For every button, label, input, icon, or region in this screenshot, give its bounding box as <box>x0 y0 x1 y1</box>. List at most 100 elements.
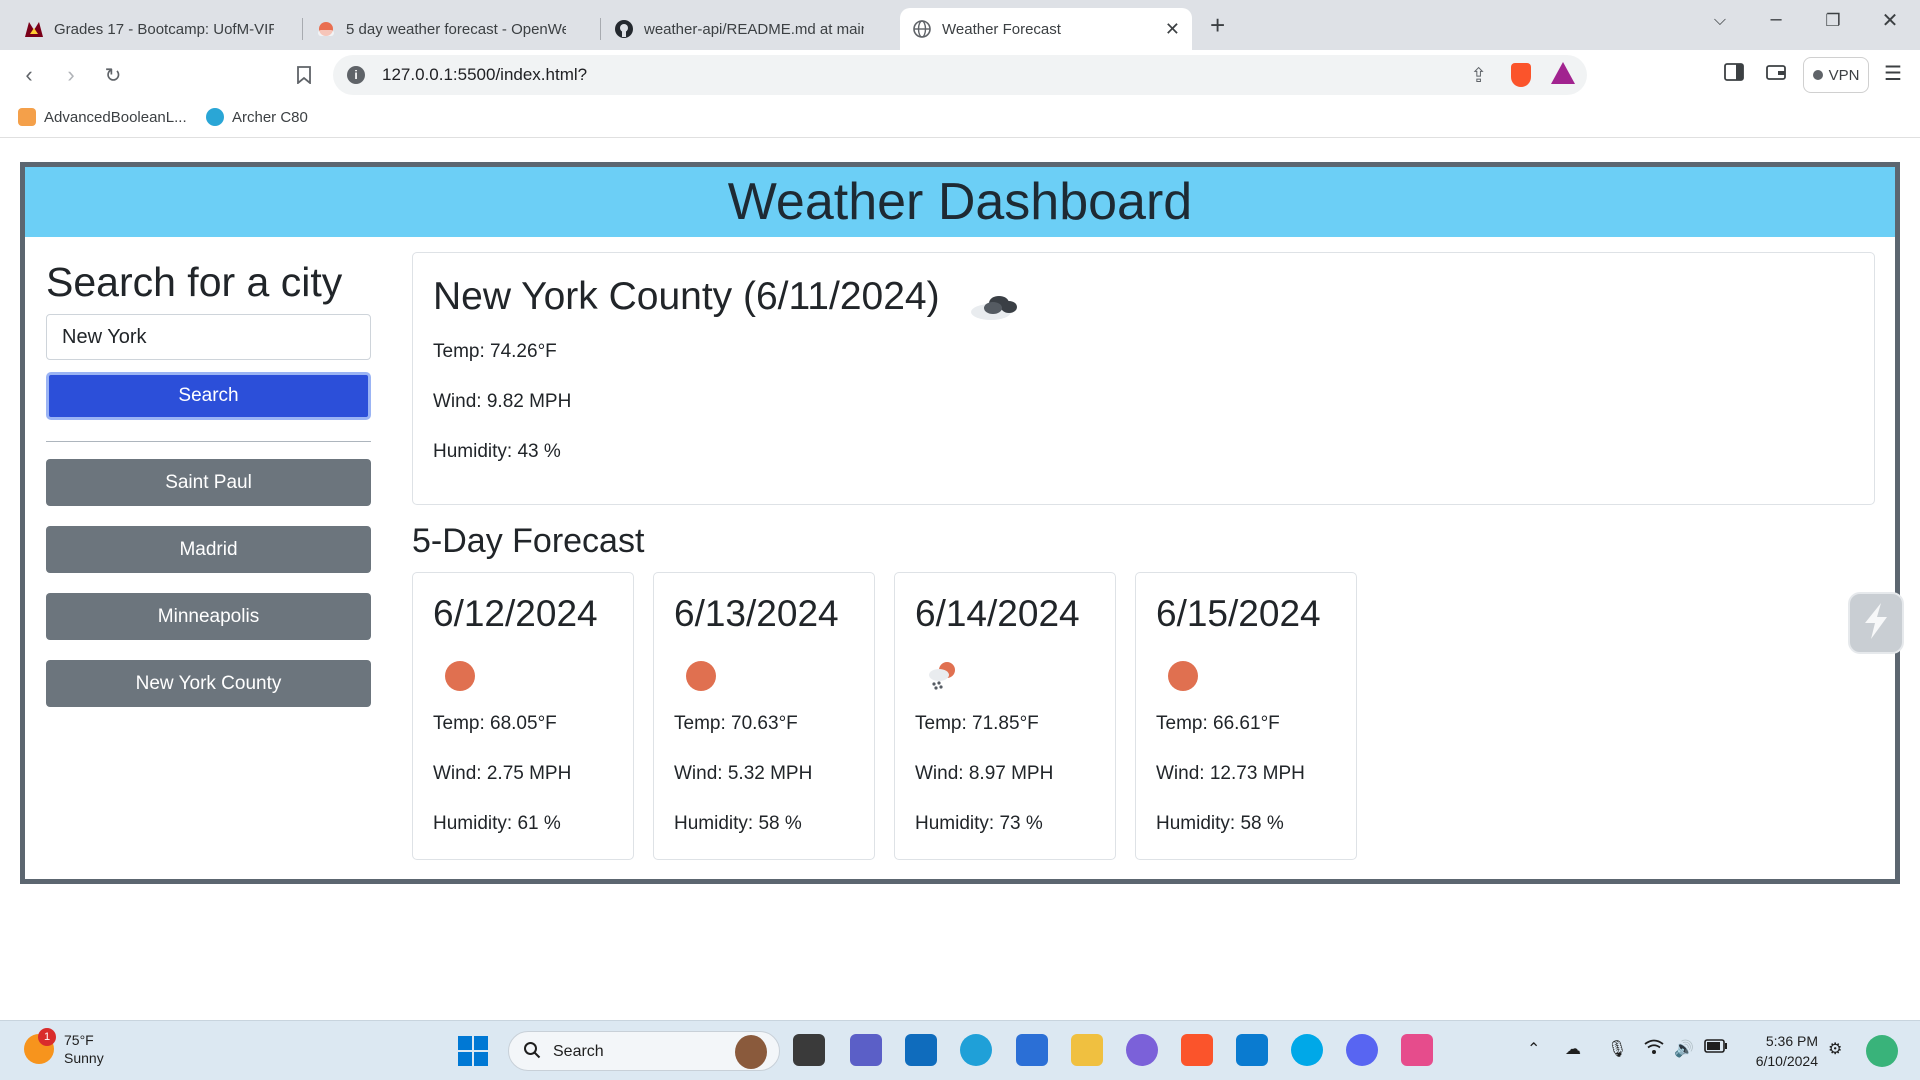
cloudy-icon <box>969 287 1019 321</box>
close-window-icon[interactable]: ✕ <box>1870 8 1910 33</box>
bookmark-icon[interactable] <box>289 60 319 90</box>
weather-app: Weather Dashboard Search for a city Sear… <box>20 162 1900 884</box>
history-button-madrid[interactable]: Madrid <box>46 526 371 573</box>
current-city-title: New York County (6/11/2024) <box>433 275 940 318</box>
history-button-saint-paul[interactable]: Saint Paul <box>46 459 371 506</box>
vpn-label: VPN <box>1828 66 1860 84</box>
forecast-humidity: Humidity: 73 % <box>915 813 1043 834</box>
search-button[interactable]: Search <box>46 372 371 420</box>
bookmark-item[interactable]: AdvancedBooleanL... <box>18 108 187 126</box>
menu-icon[interactable]: ☰ <box>1884 61 1902 86</box>
minimize-icon[interactable]: – <box>1756 8 1796 31</box>
copilot-preview-icon[interactable] <box>1866 1035 1898 1067</box>
widget-temperature: 75°F <box>64 1032 94 1048</box>
teams-icon[interactable] <box>850 1034 882 1066</box>
clock-time: 5:36 PM <box>1765 1033 1818 1049</box>
share-icon[interactable]: ⇪ <box>1470 63 1487 88</box>
tab-title: Grades 17 - Bootcamp: UofM-VIRT-F <box>54 20 274 38</box>
tab-title: weather-api/README.md at main · ly <box>644 20 864 38</box>
forecast-date: 6/12/2024 <box>433 593 598 634</box>
tab-weather-forecast[interactable]: Weather Forecast ✕ <box>900 8 1192 50</box>
search-icon <box>523 1041 541 1064</box>
forecast-title: 5-Day Forecast <box>412 522 645 560</box>
forward-icon[interactable]: › <box>56 60 86 90</box>
clock-date: 6/10/2024 <box>1755 1053 1818 1069</box>
tab-grades[interactable]: Grades 17 - Bootcamp: UofM-VIRT-F <box>12 8 302 50</box>
forecast-wind: Wind: 8.97 MPH <box>915 763 1054 784</box>
url-text: 127.0.0.1:5500/index.html? <box>382 65 588 84</box>
vpn-status-icon <box>1812 70 1823 80</box>
reload-icon[interactable]: ↻ <box>98 60 128 90</box>
vpn-button[interactable]: VPN <box>1803 57 1869 93</box>
copilot-icon[interactable] <box>1126 1034 1158 1066</box>
bookmark-item[interactable]: Archer C80 <box>206 108 308 126</box>
discord-icon[interactable] <box>1346 1034 1378 1066</box>
sun-icon: 1 <box>24 1028 56 1064</box>
browser-tab-bar: Grades 17 - Bootcamp: UofM-VIRT-F 5 day … <box>0 0 1920 50</box>
city-search-input[interactable] <box>46 314 371 360</box>
show-hidden-icons-icon[interactable]: ⌃ <box>1527 1039 1540 1059</box>
current-weather-card: New York County (6/11/2024) Temp: 74.26°… <box>412 252 1875 505</box>
close-icon[interactable]: ✕ <box>1165 19 1180 40</box>
file-explorer-icon[interactable] <box>1071 1034 1103 1066</box>
microphone-icon[interactable]: 🎙 <box>1607 1039 1627 1059</box>
brave-shields-icon[interactable] <box>1511 63 1531 87</box>
history-button-new-york-county[interactable]: New York County <box>46 660 371 707</box>
forecast-card: 6/14/2024 Temp: 71.85°F Wind: 8.97 MPH H… <box>894 572 1116 860</box>
taskbar-search[interactable]: Search <box>508 1031 780 1071</box>
sun-icon <box>443 659 477 693</box>
vscode-icon[interactable] <box>1236 1034 1268 1066</box>
wifi-icon[interactable] <box>1644 1039 1664 1060</box>
address-bar[interactable]: i 127.0.0.1:5500/index.html? ⇪ <box>333 55 1587 95</box>
search-heading: Search for a city <box>46 259 343 305</box>
divider <box>46 441 371 442</box>
onedrive-icon[interactable]: ☁ <box>1565 1039 1581 1059</box>
lightning-icon <box>1859 601 1893 646</box>
forecast-card: 6/12/2024 Temp: 68.05°F Wind: 2.75 MPH H… <box>412 572 634 860</box>
notifications-icon[interactable]: ⚙ <box>1828 1039 1842 1059</box>
volume-icon[interactable]: 🔊 <box>1674 1039 1694 1059</box>
skype-icon[interactable] <box>1291 1034 1323 1066</box>
forecast-date: 6/15/2024 <box>1156 593 1321 634</box>
app-header: Weather Dashboard <box>25 167 1895 237</box>
new-tab-icon[interactable]: + <box>1210 10 1225 41</box>
widget-condition: Sunny <box>64 1050 104 1066</box>
taskbar-clock[interactable]: 5:36 PM 6/10/2024 <box>1738 1031 1818 1071</box>
brave-rewards-icon[interactable] <box>1551 62 1575 84</box>
forecast-wind: Wind: 12.73 MPH <box>1156 763 1305 784</box>
notification-badge: 1 <box>38 1028 56 1046</box>
current-wind: Wind: 9.82 MPH <box>433 391 572 412</box>
app-icon[interactable] <box>1401 1034 1433 1066</box>
edge-icon[interactable] <box>960 1034 992 1066</box>
tab-separator <box>600 18 601 40</box>
university-icon <box>24 19 44 39</box>
forecast-wind: Wind: 5.32 MPH <box>674 763 813 784</box>
tab-title: Weather Forecast <box>942 20 1061 38</box>
site-info-icon[interactable]: i <box>347 66 365 84</box>
floating-extension-button[interactable] <box>1848 592 1904 654</box>
weather-widget[interactable]: 1 75°F Sunny <box>24 1028 104 1067</box>
wallet-icon[interactable] <box>1766 63 1786 86</box>
sidebar-toggle-icon[interactable] <box>1724 63 1744 86</box>
forecast-card: 6/13/2024 Temp: 70.63°F Wind: 5.32 MPH H… <box>653 572 875 860</box>
current-temp: Temp: 74.26°F <box>433 341 557 362</box>
tab-search-chevron-icon[interactable]: ⌵ <box>1700 12 1740 30</box>
windows-start-icon[interactable] <box>458 1036 488 1066</box>
tab-github[interactable]: weather-api/README.md at main · ly <box>602 8 898 50</box>
battery-icon[interactable] <box>1704 1039 1728 1058</box>
mail-icon[interactable] <box>905 1034 937 1066</box>
task-view-icon[interactable] <box>793 1034 825 1066</box>
tab-openweather[interactable]: 5 day weather forecast - OpenWeath <box>304 8 600 50</box>
forecast-card: 6/15/2024 Temp: 66.61°F Wind: 12.73 MPH … <box>1135 572 1357 860</box>
store-icon[interactable] <box>1016 1034 1048 1066</box>
brave-icon[interactable] <box>1181 1034 1213 1066</box>
github-icon <box>614 19 634 39</box>
forecast-humidity: Humidity: 61 % <box>433 813 561 834</box>
restore-icon[interactable]: ❐ <box>1813 11 1853 31</box>
forecast-temp: Temp: 68.05°F <box>433 713 557 734</box>
forecast-humidity: Humidity: 58 % <box>674 813 802 834</box>
history-button-minneapolis[interactable]: Minneapolis <box>46 593 371 640</box>
search-highlight-image <box>735 1035 767 1069</box>
windows-taskbar: 1 75°F Sunny Search ⌃ ☁ 🎙 🔊 5:36 PM 6/10… <box>0 1020 1920 1080</box>
back-icon[interactable]: ‹ <box>14 60 44 90</box>
